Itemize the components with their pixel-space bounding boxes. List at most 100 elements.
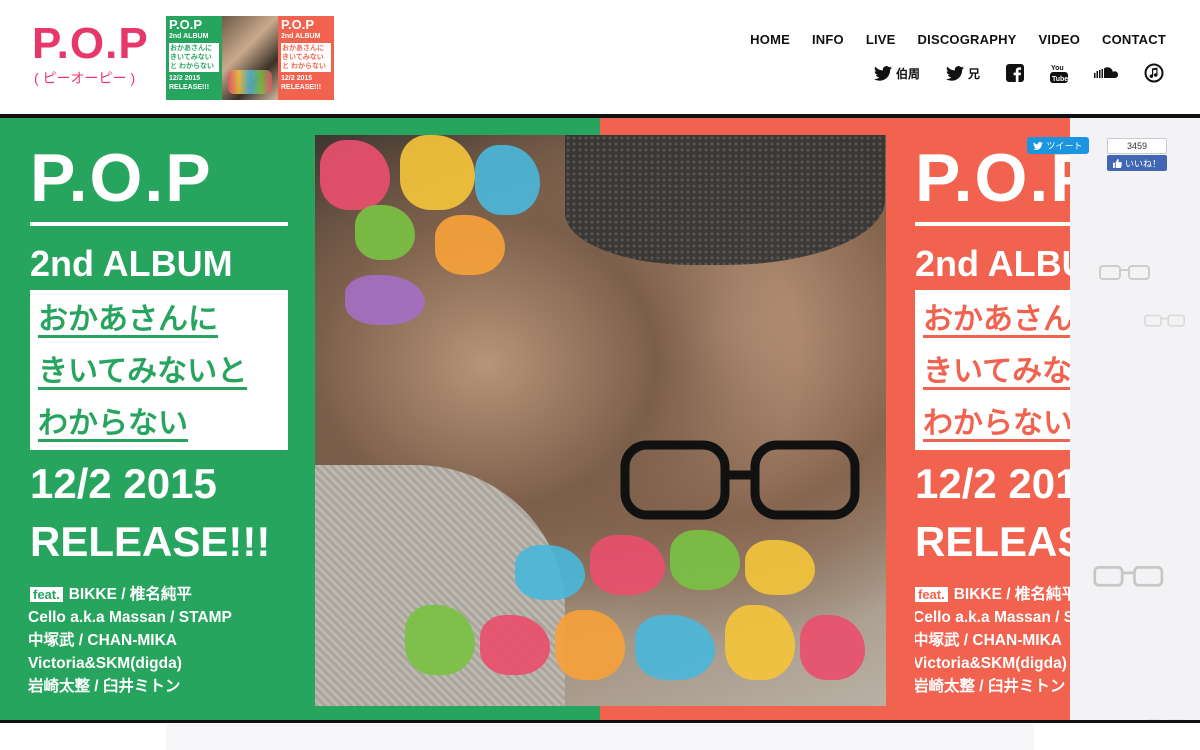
panel-feat-line2: Cello a.k.a Massan / STAMP	[28, 609, 232, 626]
feat-badge: feat.	[30, 587, 63, 602]
thumbnail-album: 2nd ALBUM	[281, 33, 321, 40]
clay-letter-shape	[345, 275, 425, 325]
logo-text: P.O.P	[32, 19, 149, 68]
tweet-button[interactable]: ツイート	[1027, 137, 1089, 154]
nav-live[interactable]: LIVE	[866, 32, 896, 47]
clay-letter-shape	[745, 540, 815, 595]
feat-badge: feat.	[915, 587, 948, 602]
thumbnail-green-panel: P.O.P 2nd ALBUM おかあさんに きいてみないと わからない 12/…	[166, 16, 222, 100]
panel-release-text: RELEASE!!!	[915, 518, 1070, 565]
clay-letter-shape	[320, 140, 390, 210]
twitter-icon	[873, 65, 892, 81]
social-links: 伯周 兄 You Tube	[848, 62, 1164, 84]
thumbnail-album: 2nd ALBUM	[169, 33, 209, 40]
youtube-icon: You Tube	[1050, 65, 1068, 83]
svg-text:You: You	[1051, 65, 1064, 72]
right-text-panel-clip: P.O.P 2nd ALBUM おかあさんに きいてみないと わからない 12/…	[915, 118, 1070, 723]
clay-letter-shape	[355, 205, 415, 260]
clay-letter-shape	[400, 135, 475, 210]
panel-feat-line1: feat. BIKKE / 椎名純平	[30, 584, 192, 607]
feat-text: BIKKE / 椎名純平	[953, 586, 1070, 603]
panel-jp-line1: おかあさんに	[38, 303, 218, 336]
youtube-link[interactable]: You Tube	[1050, 62, 1068, 84]
nav-home[interactable]: HOME	[750, 32, 790, 47]
panel-feat-line4: Victoria&SKM(digda)	[28, 655, 182, 672]
thumbnail-release: RELEASE!!!	[169, 84, 210, 91]
facebook-link[interactable]	[1006, 64, 1024, 82]
site-header: P.O.P ( ピーオーピー ) P.O.P 2nd ALBUM おかあさんに …	[0, 0, 1200, 114]
album-banner-slide[interactable]: P.O.P 2nd ALBUM おかあさんに きいてみないと わからない 12/…	[0, 118, 1070, 723]
panel-feat-line1: feat. BIKKE / 椎名純平	[915, 584, 1070, 607]
clay-letter-shape	[725, 605, 795, 680]
content-area-top	[166, 724, 1034, 750]
clay-letter-shape	[670, 530, 740, 590]
main-nav: HOME INFO LIVE DISCOGRAPHY VIDEO CONTACT	[728, 32, 1166, 47]
glasses-decoration-icon	[1144, 314, 1185, 327]
twitter-icon	[945, 65, 964, 81]
panel-feat-line3: 中塚武 / CHAN-MIKA	[28, 632, 177, 649]
thumbnail-title: P.O.P	[169, 17, 203, 32]
nav-info[interactable]: INFO	[812, 32, 844, 47]
thumbnail-jp-title: おかあさんに きいてみないと わからない	[281, 43, 331, 72]
clay-letter-shape	[515, 545, 585, 600]
nav-video[interactable]: VIDEO	[1039, 32, 1080, 47]
logo-subtext: ( ピーオーピー )	[34, 70, 136, 86]
panel-feat-line5: 岩崎太整 / 臼井ミトン	[915, 678, 1066, 695]
site-logo[interactable]: P.O.P ( ピーオーピー )	[28, 16, 158, 94]
clay-letter-shape	[635, 615, 715, 680]
thumbnail-title: P.O.P	[281, 17, 315, 32]
hero-banner[interactable]: P.O.P 2nd ALBUM おかあさんに きいてみないと わからない 12/…	[0, 118, 1200, 723]
soundcloud-icon	[1094, 67, 1118, 78]
panel-jp-line2: きいてみないと	[923, 355, 1070, 388]
panel-feat-line4: Victoria&SKM(digda)	[915, 655, 1067, 672]
clay-letter-shape	[590, 535, 665, 595]
panel-jp-line3: わからない	[923, 407, 1070, 440]
nav-contact[interactable]: CONTACT	[1102, 32, 1166, 47]
clay-letter-shape	[800, 615, 865, 680]
thumbnail-date: 12/2 2015	[169, 75, 201, 82]
panel-release-text: RELEASE!!!	[30, 518, 271, 565]
thumbnail-jp-title: おかあさんに きいてみないと わからない	[169, 43, 219, 72]
panel-feat-line5: 岩崎太整 / 臼井ミトン	[28, 678, 181, 695]
panel-feat-line2: Cello a.k.a Massan / STAMP	[915, 609, 1070, 626]
twitter-label: 兄	[967, 66, 980, 81]
twitter-link-hakushu[interactable]: 伯周	[873, 65, 920, 82]
panel-jp-line3: わからない	[38, 407, 188, 440]
panel-rule	[915, 222, 1070, 226]
tweet-label: ツイート	[1046, 141, 1083, 151]
soundcloud-link[interactable]	[1094, 67, 1118, 79]
like-count-bubble: 3459	[1107, 138, 1167, 154]
cover-beanie-shape	[565, 135, 885, 265]
glasses-decoration-icon	[1093, 566, 1164, 587]
panel-release-date: 12/2 2015	[30, 460, 217, 507]
panel-album-label: 2nd ALBUM	[30, 243, 233, 284]
facebook-icon	[1006, 64, 1024, 82]
like-label: いいね！	[1124, 158, 1161, 169]
clay-letter-shape	[475, 145, 540, 215]
thumbnail-cover-photo	[222, 16, 278, 100]
album-thumbnail[interactable]: P.O.P 2nd ALBUM おかあさんに きいてみないと わからない 12/…	[166, 16, 334, 100]
panel-release-date: 12/2 2015	[915, 460, 1070, 507]
panel-rule	[30, 222, 288, 226]
thumbnail-red-panel: P.O.P 2nd ALBUM おかあさんに きいてみないと わからない 12/…	[278, 16, 334, 100]
twitter-icon	[1033, 141, 1044, 150]
thumbnail-release: RELEASE!!!	[281, 84, 322, 91]
twitter-link-ani[interactable]: 兄	[945, 65, 980, 82]
facebook-like-button[interactable]: いいね！	[1107, 155, 1167, 171]
nav-discography[interactable]: DISCOGRAPHY	[918, 32, 1017, 47]
thumbnail-date: 12/2 2015	[281, 75, 313, 82]
thumbs-up-icon	[1112, 158, 1122, 168]
itunes-icon	[1144, 63, 1164, 83]
cover-glasses-shape	[620, 440, 860, 520]
itunes-link[interactable]	[1144, 63, 1164, 83]
panel-title: P.O.P	[30, 140, 213, 216]
feat-text: BIKKE / 椎名純平	[68, 586, 192, 603]
twitter-label: 伯周	[895, 66, 920, 81]
album-cover-photo	[315, 135, 886, 706]
svg-text:Tube: Tube	[1052, 76, 1068, 83]
panel-jp-line1: おかあさんに	[923, 303, 1070, 336]
panel-feat-line3: 中塚武 / CHAN-MIKA	[915, 632, 1062, 649]
hero-bottom-divider	[0, 720, 1200, 723]
clay-letter-shape	[555, 610, 625, 680]
panel-album-label: 2nd ALBUM	[915, 243, 1070, 284]
